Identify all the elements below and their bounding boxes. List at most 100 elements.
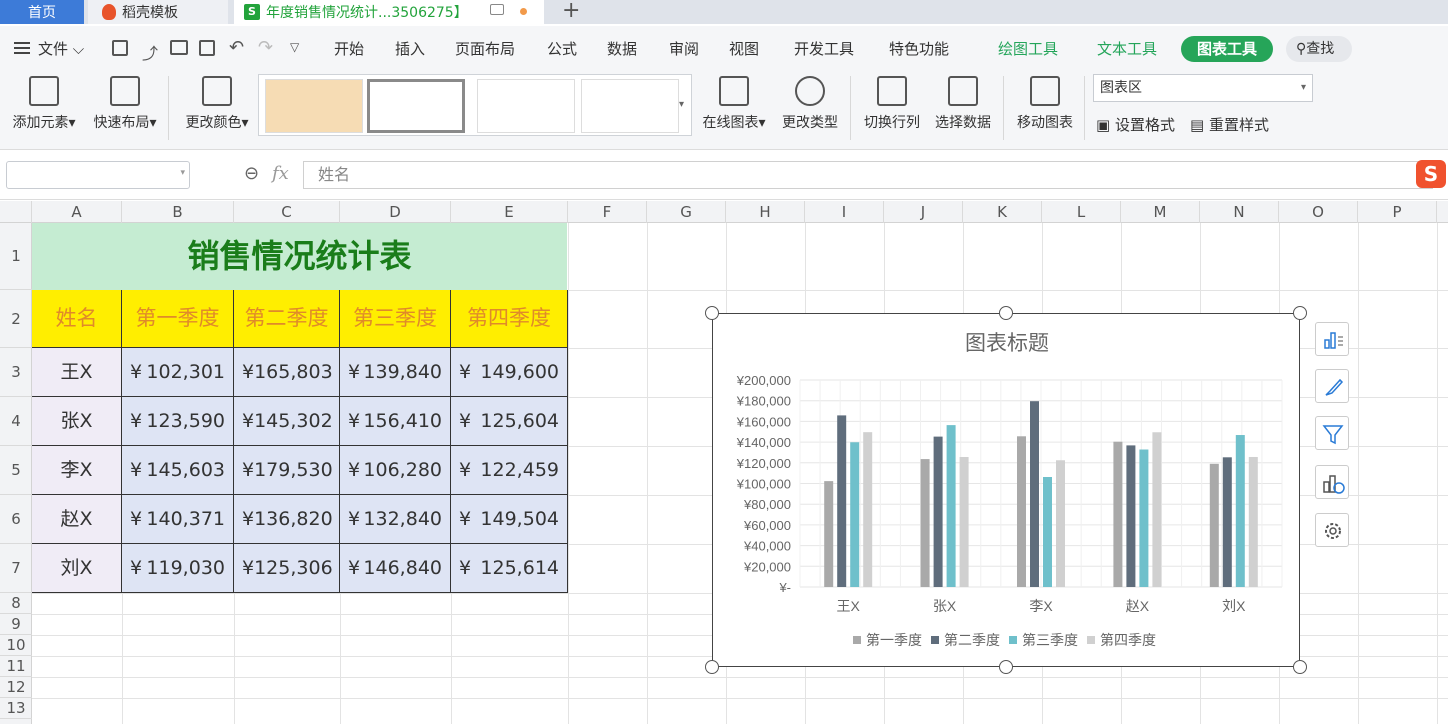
chart-style-4[interactable]: [581, 79, 679, 133]
chart-settings-button[interactable]: [1315, 513, 1349, 547]
monitor-icon[interactable]: [490, 4, 504, 15]
column-header[interactable]: C: [234, 201, 340, 223]
table-name-cell[interactable]: 刘X: [32, 544, 122, 593]
resize-handle[interactable]: [999, 660, 1013, 674]
menu-page-layout[interactable]: 页面布局: [455, 38, 515, 59]
chart-style-button[interactable]: [1315, 369, 1349, 403]
chart-style-2[interactable]: [367, 79, 465, 133]
table-header-cell[interactable]: 第二季度: [234, 290, 340, 348]
menu-draw-tools[interactable]: 绘图工具: [998, 38, 1058, 59]
add-element-button[interactable]: 添加元素▾: [8, 76, 80, 132]
chart-filter-button[interactable]: [1315, 416, 1349, 450]
set-format-button[interactable]: ▣ 设置格式: [1096, 114, 1175, 135]
table-value-cell[interactable]: ¥165,803: [234, 348, 340, 397]
customize-toolbar-icon[interactable]: ▽: [290, 40, 299, 54]
row-header[interactable]: 10: [0, 635, 32, 656]
hamburger-icon[interactable]: [14, 42, 30, 54]
name-box[interactable]: ▾: [6, 161, 190, 189]
redo-icon[interactable]: ↷: [258, 37, 273, 58]
resize-handle[interactable]: [705, 306, 719, 320]
table-value-cell[interactable]: ¥156,410: [340, 397, 451, 446]
table-title-cell[interactable]: 销售情况统计表: [32, 223, 567, 290]
tab-home[interactable]: 首页: [0, 0, 84, 24]
row-header[interactable]: 7: [0, 544, 32, 593]
table-name-cell[interactable]: 张X: [32, 397, 122, 446]
column-header[interactable]: L: [1042, 201, 1121, 223]
menu-chart-tools[interactable]: 图表工具: [1181, 36, 1273, 62]
chart-style-gallery[interactable]: ▾: [258, 74, 692, 136]
column-header[interactable]: E: [451, 201, 568, 223]
print-preview-icon[interactable]: [199, 40, 215, 56]
tab-daoke[interactable]: 稻壳模板: [88, 0, 228, 24]
chart-element-select[interactable]: 图表区 ▾: [1093, 74, 1313, 102]
row-header[interactable]: 2: [0, 290, 32, 348]
column-header[interactable]: M: [1121, 201, 1200, 223]
table-value-cell[interactable]: ¥136,820: [234, 495, 340, 544]
table-value-cell[interactable]: ¥102,301: [122, 348, 234, 397]
row-header[interactable]: 8: [0, 593, 32, 614]
table-header-cell[interactable]: 第一季度: [122, 290, 234, 348]
table-value-cell[interactable]: ¥149,504: [451, 495, 568, 544]
table-header-cell[interactable]: 姓名: [32, 290, 122, 348]
new-tab-button[interactable]: +: [562, 0, 580, 23]
undo-icon[interactable]: ↶: [229, 37, 244, 58]
gallery-more-icon[interactable]: ▾: [679, 99, 684, 110]
table-header-cell[interactable]: 第三季度: [340, 290, 451, 348]
menu-review[interactable]: 审阅: [669, 38, 699, 59]
row-header[interactable]: 3: [0, 348, 32, 397]
row-header[interactable]: 12: [0, 677, 32, 698]
formula-input[interactable]: 姓名: [303, 161, 1433, 189]
print-icon[interactable]: [170, 40, 188, 55]
chart-style-3[interactable]: [477, 79, 575, 133]
column-header[interactable]: J: [884, 201, 963, 223]
export-icon[interactable]: ⤴: [142, 40, 158, 64]
table-value-cell[interactable]: ¥122,459: [451, 446, 568, 495]
menu-developer[interactable]: 开发工具: [794, 38, 854, 59]
online-chart-button[interactable]: 在线图表▾: [696, 76, 772, 132]
row-header[interactable]: 9: [0, 614, 32, 635]
chart-elements-button[interactable]: [1315, 322, 1349, 356]
table-value-cell[interactable]: ¥125,614: [451, 544, 568, 593]
table-name-cell[interactable]: 王X: [32, 348, 122, 397]
table-value-cell[interactable]: ¥123,590: [122, 397, 234, 446]
column-header[interactable]: I: [805, 201, 884, 223]
resize-handle[interactable]: [705, 660, 719, 674]
resize-handle[interactable]: [1293, 306, 1307, 320]
table-value-cell[interactable]: ¥125,306: [234, 544, 340, 593]
table-value-cell[interactable]: ¥132,840: [340, 495, 451, 544]
table-value-cell[interactable]: ¥149,600: [451, 348, 568, 397]
chart-style-1[interactable]: [265, 79, 363, 133]
menu-data[interactable]: 数据: [607, 38, 637, 59]
change-color-button[interactable]: 更改颜色▾: [180, 76, 254, 132]
table-value-cell[interactable]: ¥145,302: [234, 397, 340, 446]
column-header[interactable]: K: [963, 201, 1042, 223]
column-header[interactable]: G: [647, 201, 726, 223]
column-header[interactable]: O: [1279, 201, 1358, 223]
move-chart-button[interactable]: 移动图表: [1012, 76, 1078, 132]
row-header[interactable]: 4: [0, 397, 32, 446]
table-value-cell[interactable]: ¥179,530: [234, 446, 340, 495]
resize-handle[interactable]: [999, 306, 1013, 320]
zoom-icon[interactable]: ⊖: [244, 163, 259, 184]
menu-start[interactable]: 开始: [334, 38, 364, 59]
menu-view[interactable]: 视图: [729, 38, 759, 59]
table-value-cell[interactable]: ¥139,840: [340, 348, 451, 397]
select-all-corner[interactable]: [0, 201, 32, 223]
resize-handle[interactable]: [1293, 660, 1307, 674]
table-name-cell[interactable]: 李X: [32, 446, 122, 495]
table-name-cell[interactable]: 赵X: [32, 495, 122, 544]
sogou-ime-icon[interactable]: S: [1416, 160, 1446, 188]
row-header[interactable]: 6: [0, 495, 32, 544]
reset-style-button[interactable]: ▤ 重置样式: [1190, 114, 1269, 135]
row-header[interactable]: 13: [0, 698, 32, 719]
tab-document[interactable]: S 年度销售情况统计...3506275】: [234, 0, 544, 24]
menu-special[interactable]: 特色功能: [889, 38, 949, 59]
switch-rowcol-button[interactable]: 切换行列: [860, 76, 924, 132]
save-icon[interactable]: [112, 40, 128, 56]
column-header[interactable]: F: [568, 201, 647, 223]
row-header[interactable]: 11: [0, 656, 32, 677]
table-header-cell[interactable]: 第四季度: [451, 290, 568, 348]
search-button[interactable]: ⚲查找: [1286, 36, 1352, 62]
chart-area[interactable]: 图表标题 ¥- ¥20,000 ¥40,000 ¥60,000 ¥80,000 ¥100,0…: [712, 313, 1300, 667]
row-header[interactable]: 5: [0, 446, 32, 495]
